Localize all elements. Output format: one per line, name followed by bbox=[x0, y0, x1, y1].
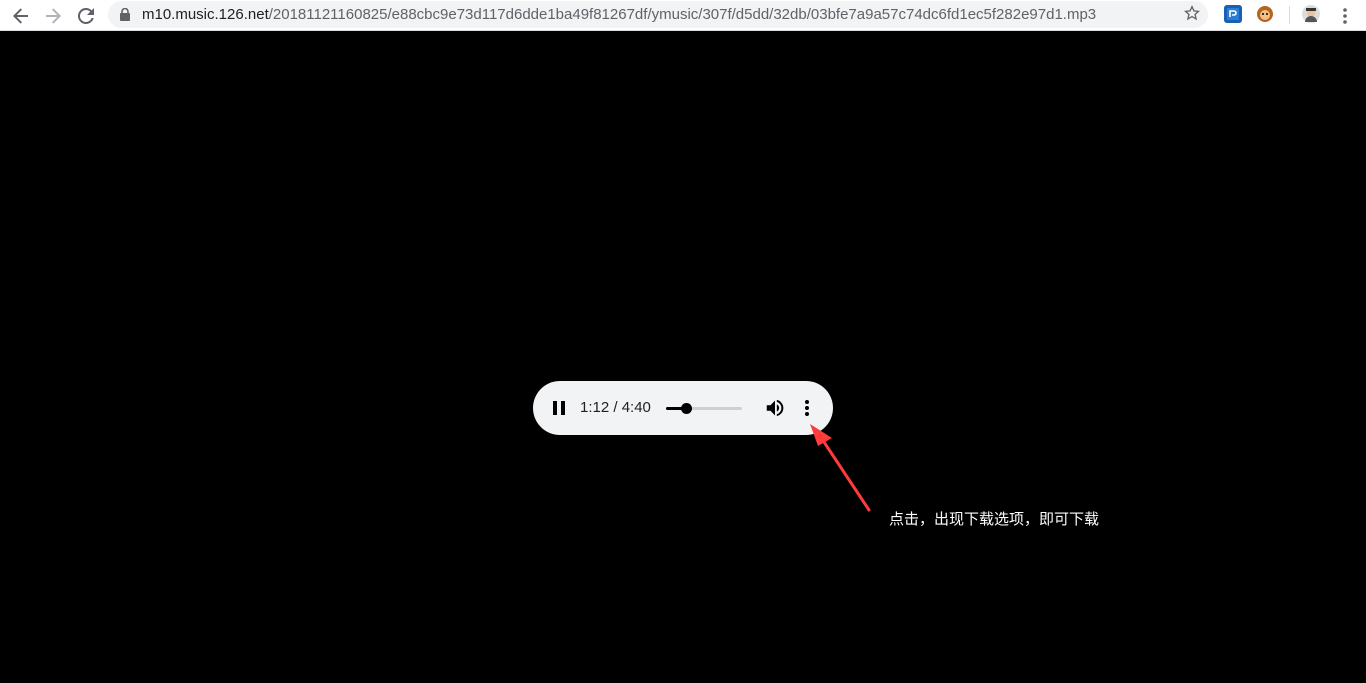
browser-menu-button[interactable] bbox=[1332, 3, 1358, 29]
browser-toolbar: m10.music.126.net/20181121160825/e88cbc9… bbox=[0, 0, 1366, 31]
volume-icon bbox=[766, 399, 784, 417]
forward-button[interactable] bbox=[40, 3, 66, 29]
url-text: m10.music.126.net/20181121160825/e88cbc9… bbox=[142, 6, 1096, 23]
url-path: /20181121160825/e88cbc9e73d117d6dde1ba49… bbox=[268, 6, 1097, 23]
lock-icon bbox=[120, 8, 130, 21]
time-display: 1:12 / 4:40 bbox=[580, 399, 651, 416]
back-button[interactable] bbox=[8, 3, 34, 29]
reload-button[interactable] bbox=[73, 3, 99, 29]
forward-arrow-icon bbox=[46, 8, 61, 24]
address-bar[interactable]: m10.music.126.net/20181121160825/e88cbc9… bbox=[108, 1, 1208, 28]
extension-icon[interactable] bbox=[1224, 5, 1242, 23]
bookmark-button[interactable] bbox=[1183, 5, 1201, 26]
monkey-extension-icon[interactable] bbox=[1256, 5, 1274, 23]
url-host: m10.music.126.net bbox=[142, 6, 269, 23]
annotation-arrow bbox=[810, 424, 871, 512]
seek-thumb[interactable] bbox=[681, 403, 692, 414]
extension-glyph-icon bbox=[1227, 8, 1239, 20]
bookmark-star-icon bbox=[1183, 5, 1201, 21]
monkey-face-icon bbox=[1257, 6, 1273, 22]
volume-button[interactable] bbox=[763, 397, 787, 419]
seek-slider[interactable] bbox=[666, 403, 742, 414]
back-arrow-icon bbox=[13, 8, 28, 24]
audio-player: 1:12 / 4:40 bbox=[533, 381, 833, 435]
more-options-button[interactable] bbox=[799, 397, 815, 419]
menu-kebab-icon bbox=[1343, 8, 1347, 24]
reload-icon bbox=[78, 8, 94, 24]
pause-button[interactable] bbox=[549, 398, 569, 418]
avatar-glyph-icon bbox=[1302, 5, 1320, 23]
profile-avatar-icon[interactable] bbox=[1302, 5, 1320, 23]
annotation-text: 点击，出现下载选项，即可下载 bbox=[889, 510, 1100, 528]
toolbar-separator bbox=[1289, 6, 1290, 24]
